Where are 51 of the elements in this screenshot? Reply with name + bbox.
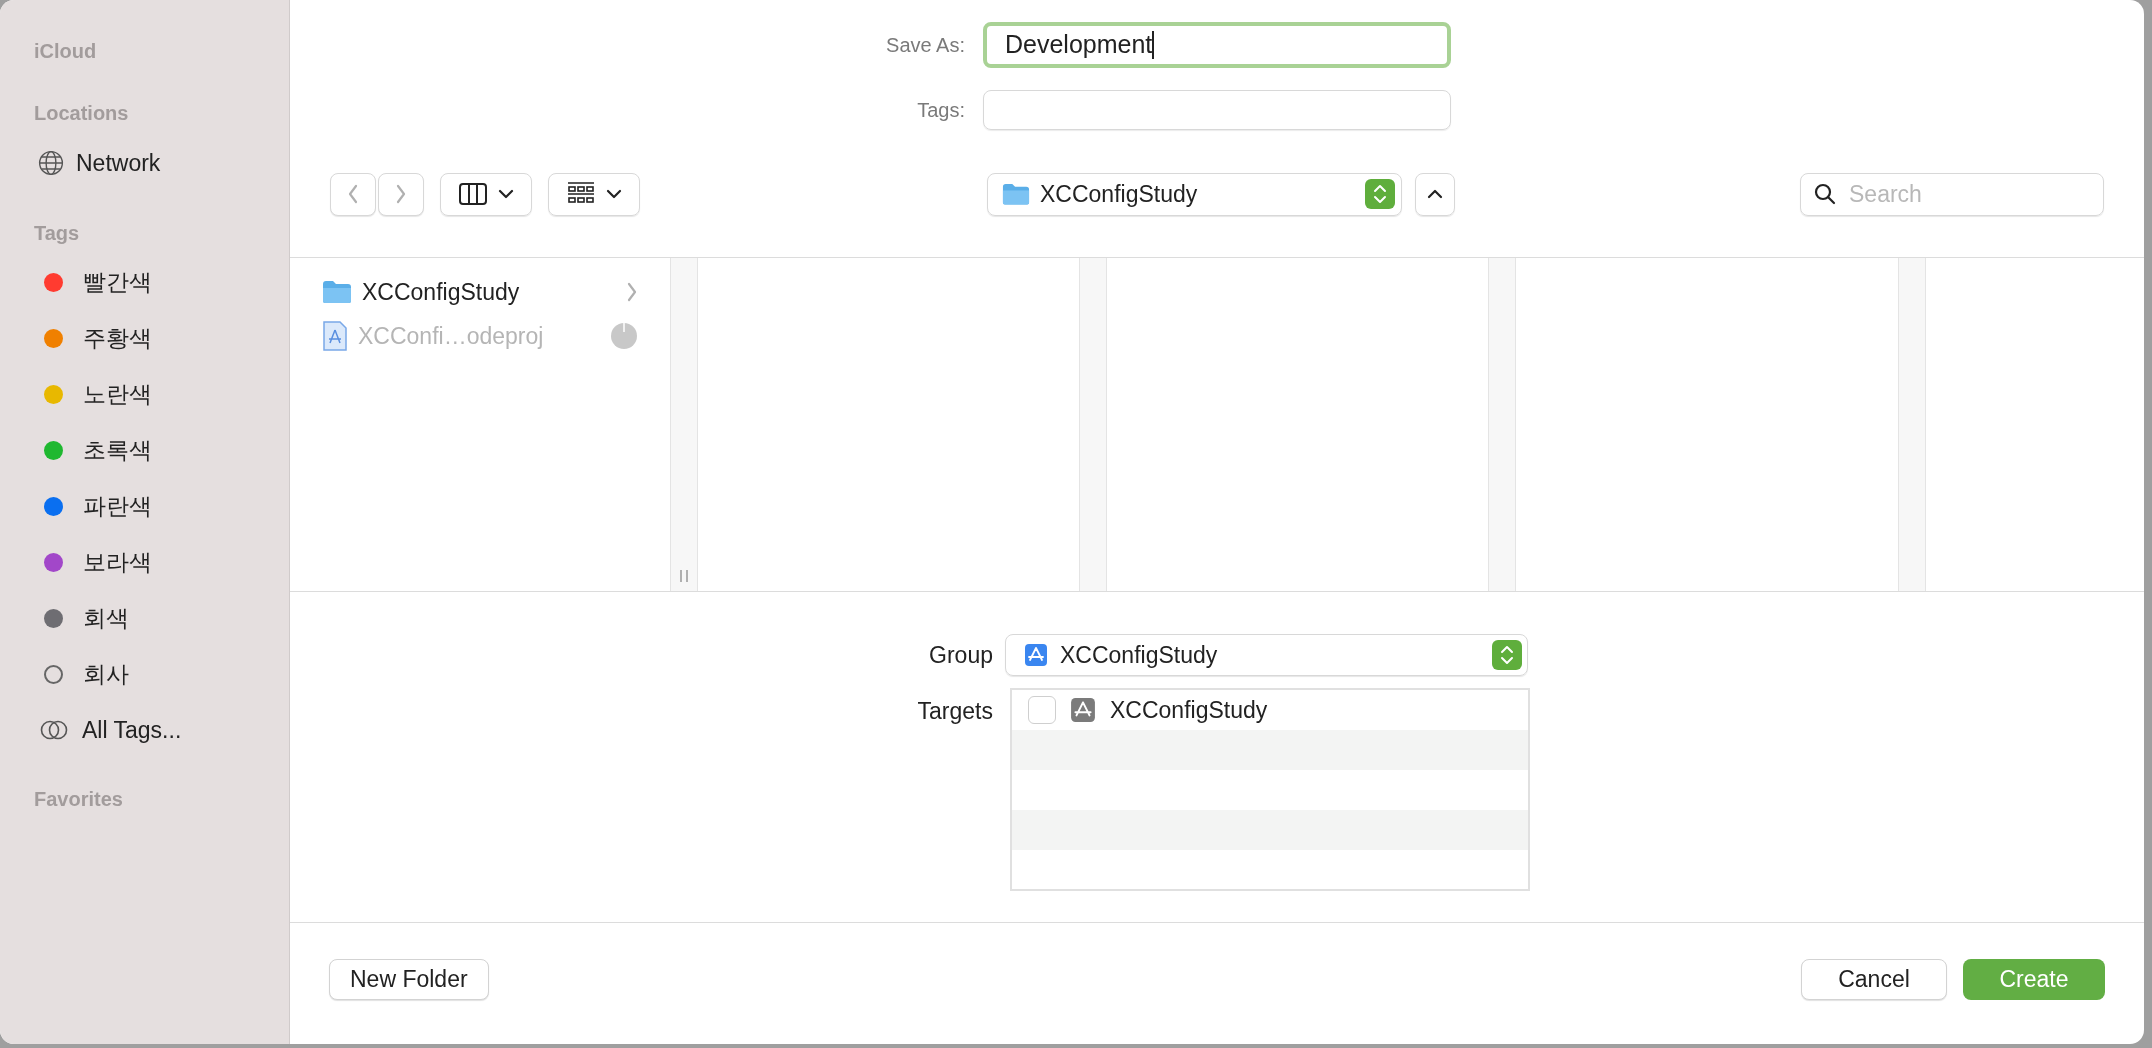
save-as-label: Save As: — [886, 33, 965, 58]
tags-field[interactable] — [983, 90, 1451, 130]
sidebar-section-header: Favorites — [34, 788, 123, 810]
group-label: Group — [929, 640, 993, 670]
target-checkbox[interactable] — [1028, 696, 1056, 724]
app-target-icon — [1070, 697, 1096, 723]
sidebar-section-header: Tags — [34, 222, 80, 244]
globe-icon — [38, 150, 64, 176]
sidebar-section-header: Locations — [34, 102, 129, 124]
sidebar-tag-item[interactable]: 초록색 — [0, 422, 289, 478]
save-as-field[interactable]: Development — [983, 22, 1451, 68]
view-mode-button[interactable] — [440, 172, 532, 216]
columns-icon — [458, 182, 488, 206]
sidebar-item[interactable]: All Tags... — [0, 702, 289, 758]
sidebar-tag-item[interactable]: 빨간색 — [0, 254, 289, 310]
search-input[interactable]: Search — [1849, 176, 2091, 212]
group-popup[interactable]: XCConfigStudy — [1005, 634, 1528, 676]
sidebar-tag-item[interactable]: 회색 — [0, 590, 289, 646]
chevron-down-icon — [498, 188, 514, 200]
overlapping-circles-icon — [40, 720, 68, 740]
app-store-icon — [1024, 643, 1048, 667]
resize-handle-icon — [679, 569, 689, 583]
group-by-button[interactable] — [548, 172, 640, 216]
target-row[interactable]: XCConfigStudy — [1012, 690, 1528, 730]
parent-folder-button[interactable] — [1415, 172, 1455, 216]
chevron-icon — [626, 282, 638, 302]
sidebar-section-header: iCloud — [34, 40, 97, 62]
sidebar-tag-item[interactable]: 회사 — [0, 646, 289, 702]
search-field[interactable]: Search — [1800, 172, 2104, 216]
push-button[interactable]: New Folder — [329, 959, 489, 1000]
folder-icon — [322, 280, 352, 304]
push-button[interactable]: Cancel — [1801, 959, 1947, 1000]
location-popup[interactable]: XCConfigStudy — [987, 172, 1402, 216]
sidebar-tag-item[interactable]: 노란색 — [0, 366, 289, 422]
sidebar-tag-item[interactable]: 파란색 — [0, 478, 289, 534]
targets-label: Targets — [917, 697, 993, 726]
search-icon — [1813, 182, 1837, 206]
sidebar-tag-item[interactable]: 보라색 — [0, 534, 289, 590]
file-row[interactable]: XCConfigStudy — [290, 270, 670, 314]
progress-pie-icon — [610, 322, 638, 350]
tags-label: Tags: — [917, 98, 965, 123]
chevron-up-icon — [1427, 188, 1443, 200]
sidebar-tag-item[interactable]: 주황색 — [0, 310, 289, 366]
chevron-down-icon — [606, 188, 622, 200]
sidebar-item[interactable]: Network — [0, 134, 289, 192]
popup-stepper-icon — [1492, 640, 1522, 670]
project-file-icon — [322, 321, 348, 351]
popup-stepper-icon — [1365, 179, 1395, 209]
chevron-left-icon — [347, 184, 359, 204]
chevron-right-icon — [395, 184, 407, 204]
folder-icon — [1002, 182, 1030, 206]
